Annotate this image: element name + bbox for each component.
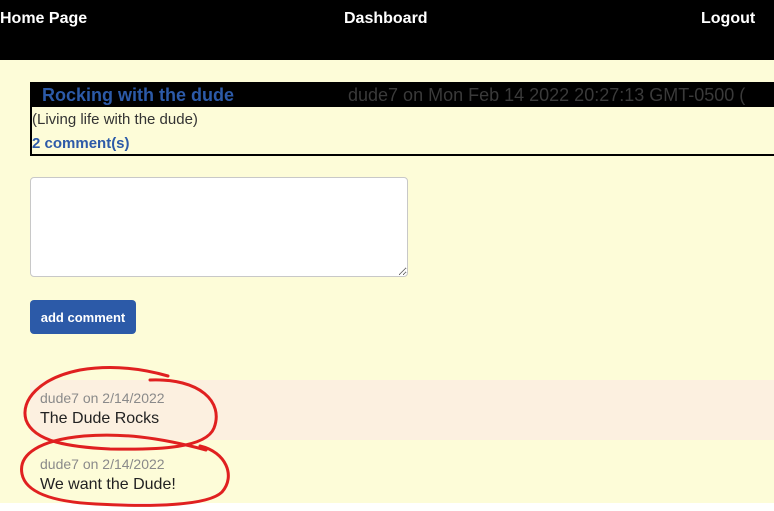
- add-comment-button[interactable]: add comment: [30, 300, 136, 334]
- post-card: Rocking with the dude dude7 on Mon Feb 1…: [30, 82, 774, 156]
- nav-logout-link[interactable]: Logout: [701, 10, 755, 28]
- comment-count-link[interactable]: 2 comment(s): [32, 135, 130, 152]
- comment-meta: dude7 on 2/14/2022: [40, 390, 165, 406]
- page: Home Page Dashboard Logout Rocking with …: [0, 0, 774, 511]
- comment-text: We want the Dude!: [40, 476, 176, 493]
- post-header: Rocking with the dude dude7 on Mon Feb 1…: [32, 84, 774, 107]
- comment-item: dude7 on 2/14/2022 The Dude Rocks: [30, 380, 774, 440]
- post-meta: dude7 on Mon Feb 14 2022 20:27:13 GMT-05…: [348, 85, 746, 105]
- comment-meta: dude7 on 2/14/2022: [40, 456, 165, 472]
- top-nav-bar: Home Page Dashboard Logout: [0, 0, 774, 60]
- comment-item: dude7 on 2/14/2022 We want the Dude!: [30, 446, 774, 506]
- comment-textarea[interactable]: [30, 177, 408, 277]
- nav-home-link[interactable]: Home Page: [0, 10, 87, 28]
- nav-dashboard-link[interactable]: Dashboard: [344, 10, 428, 28]
- post-title-link[interactable]: Rocking with the dude: [42, 85, 234, 106]
- comment-text: The Dude Rocks: [40, 410, 160, 427]
- post-body: (Living life with the dude): [32, 111, 198, 128]
- page-bottom-strip: [0, 503, 774, 511]
